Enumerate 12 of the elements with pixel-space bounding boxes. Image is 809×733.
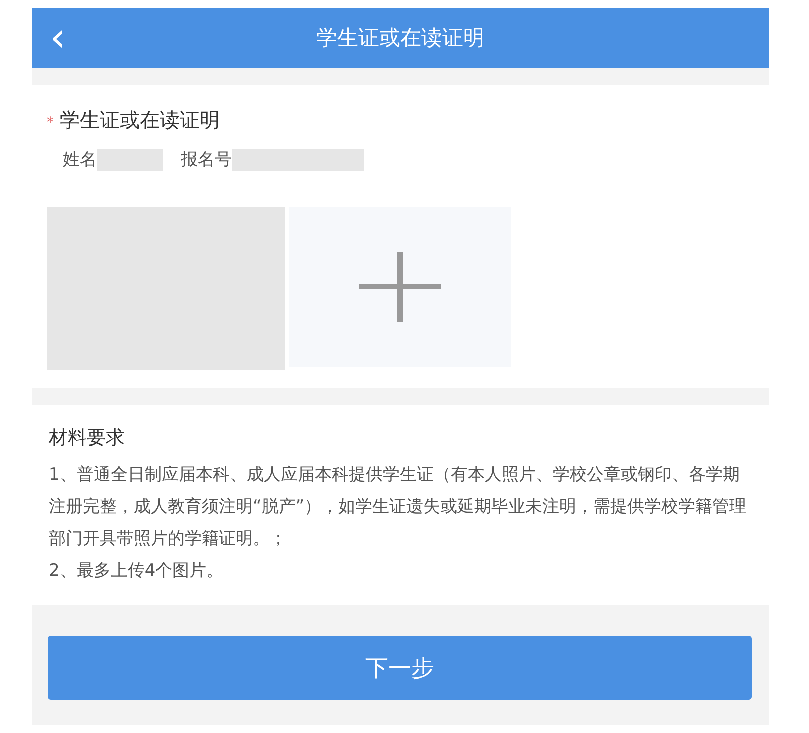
- page-title: 学生证或在读证明: [316, 25, 484, 52]
- required-mark: *: [47, 115, 54, 131]
- section-title: 材料要求: [49, 426, 126, 451]
- field-label: 报名号: [181, 149, 232, 171]
- field-label: 姓名: [63, 149, 97, 171]
- add-photo-button[interactable]: [289, 207, 511, 367]
- next-button[interactable]: 下一步: [48, 636, 752, 700]
- back-button[interactable]: ‹: [44, 18, 72, 58]
- requirement-text: 1、普通全日制应届本科、成人应届本科提供学生证（有本人照片、学校公章或钢印、各学期注册完整，成人教育须注明“脱产”），如学生证遗失或延期毕业未注明，需提供学校学籍管理部门开具带照片的学籍证明。；: [49, 464, 748, 551]
- requirement-text: 2、最多上传4个图片。: [49, 560, 225, 583]
- plus-icon: [359, 252, 441, 322]
- section-title: 学生证或在读证明: [60, 107, 220, 134]
